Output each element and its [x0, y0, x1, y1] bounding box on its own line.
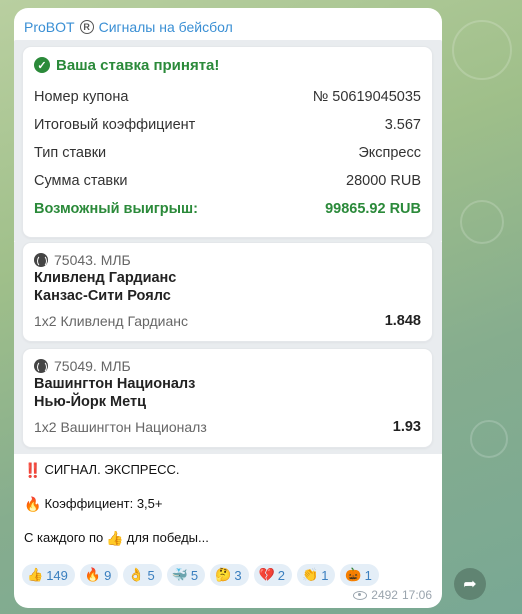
baseball-icon — [34, 359, 48, 373]
message-line: ‼️ СИГНАЛ. ЭКСПРЕСС. — [24, 462, 180, 478]
message-meta: 2492 17:06 — [353, 588, 432, 602]
bet-pick: 1х2 Кливленд Гардианс 1.848 — [34, 313, 421, 329]
bet-panel: 75049. МЛБ Вашингтон Националз Нью-Йорк … — [14, 348, 442, 454]
reaction-pumpkin[interactable]: 🎃 1 — [340, 564, 379, 586]
message-line: 🔥 Коэффициент: 3,5+ — [24, 496, 163, 512]
message-bubble: ProBOT R Сигналы на бейсбол ✓ Ваша ставк… — [14, 8, 442, 608]
team-home: Вашингтон Националз — [34, 376, 196, 392]
message-line: С каждого по 👍 для победы... — [24, 530, 209, 546]
check-circle-icon: ✓ — [34, 57, 50, 73]
thumbs-up-icon: 👍 — [106, 530, 124, 546]
stake-row: Сумма ставки 28000 RUB — [34, 173, 421, 189]
fire-icon: 🔥 — [84, 567, 102, 582]
broken-heart-icon: 💔 — [258, 567, 275, 582]
league-label: 75049. МЛБ — [34, 357, 421, 375]
bet-odds: 1.848 — [384, 313, 421, 329]
registered-icon: R — [79, 20, 94, 34]
share-button[interactable]: ➦ — [454, 568, 486, 600]
bet-type-row: Тип ставки Экспресс — [34, 145, 421, 161]
reactions-bar: 👍 149 🔥 9 👌 5 🐳 5 🤔 3 💔 2 👏 1 🎃 1 — [22, 564, 379, 586]
reaction-ok-hand[interactable]: 👌 5 — [123, 564, 162, 586]
bet-panel: 75043. МЛБ Кливленд Гардианс Канзас-Сити… — [14, 242, 442, 348]
summary-panel: ✓ Ваша ставка принята! Номер купона № 50… — [14, 40, 442, 242]
reaction-clap[interactable]: 👏 1 — [297, 564, 336, 586]
view-count: 2492 — [371, 588, 398, 602]
reaction-thumbs-up[interactable]: 👍 149 — [22, 564, 75, 586]
bet-pick: 1х2 Вашингтон Националз 1.93 — [34, 419, 421, 435]
reaction-whale[interactable]: 🐳 5 — [166, 564, 206, 586]
reaction-fire[interactable]: 🔥 9 — [79, 564, 119, 586]
eye-icon — [353, 590, 368, 600]
background-doodle — [460, 200, 504, 244]
team-away: Нью-Йорк Метц — [34, 394, 146, 410]
bet-summary-card: ✓ Ваша ставка принята! Номер купона № 50… — [23, 47, 432, 237]
double-exclamation-icon: ‼️ — [24, 462, 42, 478]
whale-icon: 🐳 — [171, 567, 188, 582]
thumbs-up-icon: 👍 — [27, 567, 44, 582]
ok-hand-icon: 👌 — [128, 567, 145, 582]
thinking-face-icon: 🤔 — [215, 567, 232, 582]
reaction-thinking[interactable]: 🤔 3 — [210, 564, 249, 586]
background-doodle — [452, 20, 512, 80]
total-odds-row: Итоговый коэффициент 3.567 — [34, 117, 421, 133]
possible-win-row: Возможный выигрыш: 99865.92 RUB — [34, 201, 421, 217]
coupon-row: Номер купона № 50619045035 — [34, 89, 421, 105]
message-text: ‼️ СИГНАЛ. ЭКСПРЕСС. 🔥 Коэффициент: 3,5+… — [24, 453, 209, 555]
fire-icon: 🔥 — [24, 496, 42, 512]
channel-subtitle[interactable]: Сигналы на бейсбол — [99, 19, 233, 35]
bet-card: 75049. МЛБ Вашингтон Националз Нью-Йорк … — [23, 349, 432, 447]
team-home: Кливленд Гардианс — [34, 270, 177, 286]
bet-accepted-status: ✓ Ваша ставка принята! — [23, 47, 432, 83]
bet-card: 75043. МЛБ Кливленд Гардианс Канзас-Сити… — [23, 243, 432, 341]
league-label: 75043. МЛБ — [34, 251, 421, 269]
bet-odds: 1.93 — [392, 419, 421, 435]
reaction-broken-heart[interactable]: 💔 2 — [253, 564, 292, 586]
pumpkin-icon: 🎃 — [345, 567, 362, 582]
clapping-hands-icon: 👏 — [302, 567, 319, 582]
team-away: Канзас-Сити Роялс — [34, 288, 171, 304]
channel-header[interactable]: ProBOT R Сигналы на бейсбол — [14, 8, 442, 38]
channel-title[interactable]: ProBOT — [24, 19, 75, 35]
baseball-icon — [34, 253, 48, 267]
background-doodle — [470, 420, 508, 458]
message-time: 17:06 — [401, 588, 432, 602]
share-arrow-icon: ➦ — [463, 576, 477, 593]
